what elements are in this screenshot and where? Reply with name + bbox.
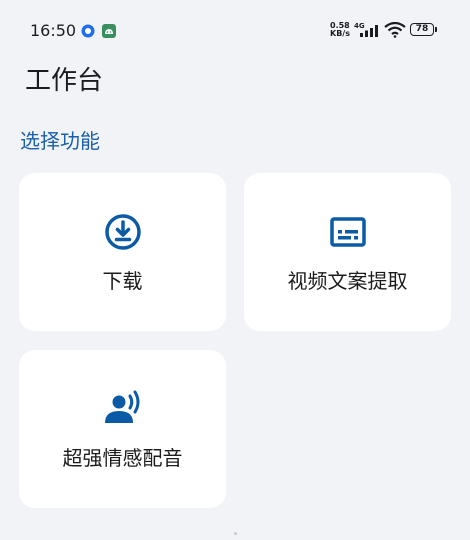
feature-label-download: 下载 xyxy=(102,269,143,293)
subtitles-icon xyxy=(329,217,366,247)
feature-label-video-text-extract: 视频文案提取 xyxy=(287,269,408,293)
signal-icon xyxy=(360,25,378,37)
section-label: 选择功能 xyxy=(20,129,100,153)
feature-card-emotional-dubbing[interactable]: 超强情感配音 xyxy=(19,350,226,508)
page-title: 工作台 xyxy=(25,66,104,96)
notification-app-icon xyxy=(81,24,95,38)
home-indicator xyxy=(234,532,237,535)
battery-indicator: 78 xyxy=(410,23,434,36)
download-icon xyxy=(104,214,141,250)
network-speed: 0.58 KB/s xyxy=(330,22,350,38)
wifi-icon xyxy=(384,22,406,38)
android-app-icon xyxy=(102,24,116,38)
network-speed-unit: KB/s xyxy=(330,29,350,38)
status-time: 16:50 xyxy=(30,21,77,40)
feature-card-video-text-extract[interactable]: 视频文案提取 xyxy=(244,173,451,331)
feature-label-emotional-dubbing: 超强情感配音 xyxy=(62,446,183,470)
status-bar: 16:50 0.58 KB/s 4G 78 xyxy=(0,0,470,62)
voice-icon xyxy=(104,390,139,423)
battery-tip xyxy=(435,27,437,32)
feature-card-download[interactable]: 下载 xyxy=(19,173,226,331)
